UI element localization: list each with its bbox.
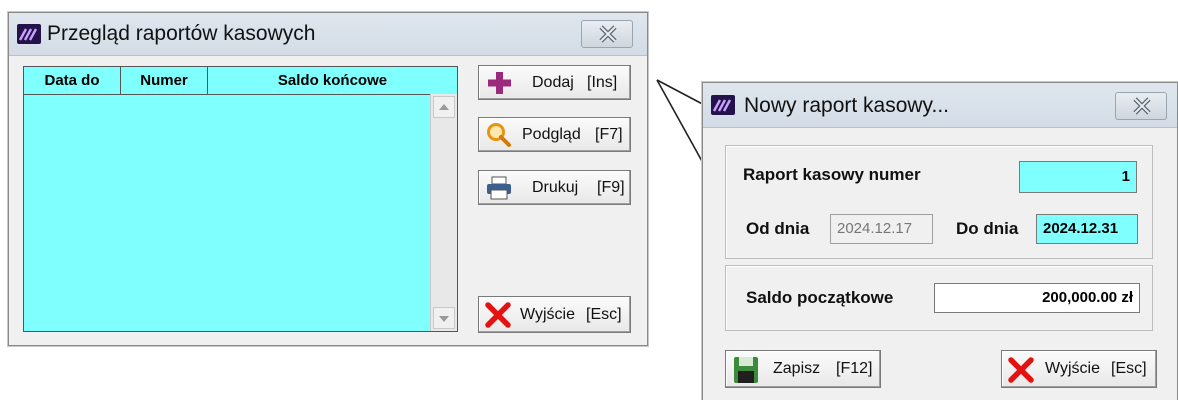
preview-button-shortcut: [F7] [595, 126, 623, 143]
save-button-label: Zapisz [773, 360, 821, 377]
close-icon [599, 25, 617, 43]
add-button-shortcut: [Ins] [587, 74, 618, 91]
exit-button[interactable]: Wyjście [Esc] [478, 296, 631, 333]
add-button[interactable]: Dodaj [Ins] [478, 65, 631, 100]
cash-reports-window: Przegląd raportów kasowych Data do Numer… [8, 12, 648, 346]
magnifier-icon [487, 123, 511, 147]
scroll-down-button[interactable] [433, 307, 455, 329]
to-date-field[interactable]: 2024.12.31 [1036, 214, 1138, 244]
close-button[interactable] [1115, 92, 1167, 120]
red-x-icon [1008, 357, 1034, 383]
save-button-shortcut: [F12] [836, 360, 873, 377]
table-header: Data do Numer Saldo końcowe [24, 67, 457, 95]
floppy-disk-icon [734, 357, 758, 383]
window-title: Przegląd raportów kasowych [47, 22, 316, 45]
report-number-field[interactable]: 1 [1019, 161, 1137, 193]
exit-button-label: Wyjście [1045, 360, 1100, 377]
vertical-scrollbar[interactable] [430, 94, 457, 331]
close-button[interactable] [581, 20, 633, 48]
red-x-icon [485, 302, 511, 328]
report-number-label: Raport kasowy numer [743, 165, 921, 184]
new-cash-report-dialog: Nowy raport kasowy... Raport kasowy nume… [702, 82, 1178, 400]
column-header-closing-balance[interactable]: Saldo końcowe [208, 67, 457, 94]
dialog-title: Nowy raport kasowy... [744, 94, 950, 117]
exit-button-shortcut: [Esc] [586, 306, 622, 323]
to-date-label: Do dnia [956, 219, 1019, 238]
add-button-label: Dodaj [532, 74, 574, 91]
opening-balance-input[interactable]: 200,000.00 zł [934, 283, 1140, 313]
preview-button-label: Podgląd [522, 126, 581, 143]
opening-balance-label: Saldo początkowe [746, 288, 894, 307]
title-bar: Przegląd raportów kasowych [9, 13, 647, 56]
app-logo-icon [711, 95, 735, 115]
preview-button[interactable]: Podgląd [F7] [478, 117, 631, 152]
print-button-label: Drukuj [532, 179, 579, 196]
scroll-up-button[interactable] [433, 96, 455, 118]
exit-button-shortcut: [Esc] [1111, 360, 1147, 377]
app-logo-icon [17, 24, 41, 44]
title-bar: Nowy raport kasowy... [703, 83, 1177, 128]
close-icon [1133, 97, 1151, 115]
print-button-shortcut: [F9] [597, 179, 625, 196]
from-date-field: 2024.12.17 [830, 214, 933, 244]
exit-button-label: Wyjście [520, 306, 575, 323]
print-button[interactable]: Drukuj [F9] [478, 170, 631, 205]
printer-icon [487, 176, 511, 200]
reports-table[interactable]: Data do Numer Saldo końcowe [23, 66, 458, 332]
column-header-date[interactable]: Data do [24, 67, 121, 94]
plus-icon [488, 72, 511, 94]
column-header-number[interactable]: Numer [121, 67, 208, 94]
save-button[interactable]: Zapisz [F12] [725, 350, 881, 388]
exit-button[interactable]: Wyjście [Esc] [1001, 350, 1157, 388]
from-date-label: Od dnia [746, 219, 810, 238]
